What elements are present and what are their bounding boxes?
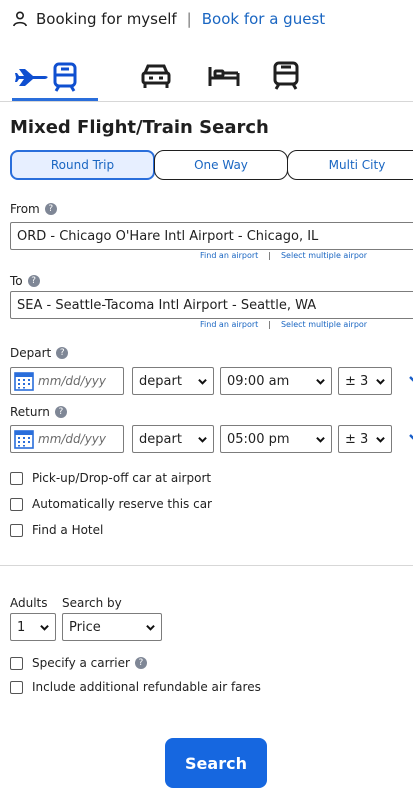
- chevron-down-icon: [40, 624, 49, 631]
- date-placeholder: mm/dd/yyy: [38, 374, 107, 388]
- tab-one-way[interactable]: One Way: [154, 150, 288, 180]
- checkbox[interactable]: [10, 656, 23, 670]
- return-range-select[interactable]: ± 3: [338, 425, 392, 453]
- chevron-down-icon: [316, 436, 325, 443]
- select-value: ± 3: [345, 373, 369, 389]
- tab-car[interactable]: [126, 52, 186, 100]
- chevron-down-icon: [146, 624, 155, 631]
- search-settings-row: 1 Price: [10, 613, 162, 641]
- chevron-down-icon: [316, 378, 325, 385]
- return-date-input[interactable]: mm/dd/yyy: [10, 425, 124, 453]
- option-find-hotel[interactable]: Find a Hotel: [10, 523, 103, 537]
- travel-mode-tabs: [12, 52, 314, 101]
- chevron-down-icon: [198, 436, 207, 443]
- option-label: Find a Hotel: [32, 523, 104, 537]
- link-separator: |: [268, 320, 271, 329]
- to-links: Find an airport | Select multiple airpor: [200, 320, 367, 329]
- return-label-text: Return: [10, 405, 50, 419]
- to-label: To ?: [10, 274, 40, 288]
- booking-panel: Booking for myself | Book for a guest Mi…: [0, 0, 413, 811]
- select-multiple-airports-link[interactable]: Select multiple airpor: [281, 251, 367, 260]
- tab-flight-train[interactable]: [12, 52, 98, 101]
- booking-mode-bar: Booking for myself | Book for a guest: [12, 8, 413, 30]
- person-icon: [13, 11, 27, 27]
- select-value: ± 3: [345, 431, 369, 447]
- help-icon[interactable]: ?: [134, 657, 147, 669]
- depart-label: Depart ?: [10, 346, 69, 360]
- checkbox[interactable]: [10, 471, 23, 485]
- help-icon[interactable]: ?: [27, 275, 40, 287]
- depart-mode-select[interactable]: depart: [132, 367, 214, 395]
- adults-label: Adults: [10, 596, 48, 610]
- depart-time-select[interactable]: 09:00 am: [220, 367, 332, 395]
- return-label: Return ?: [10, 405, 67, 419]
- help-icon[interactable]: ?: [54, 406, 67, 418]
- from-label: From ?: [10, 202, 57, 216]
- option-label: Pick-up/Drop-off car at airport: [32, 471, 212, 485]
- chevron-down-icon: [376, 436, 385, 443]
- bed-icon: [208, 67, 240, 86]
- find-airport-link[interactable]: Find an airport: [200, 320, 258, 329]
- select-multiple-airports-link[interactable]: Select multiple airpor: [281, 320, 367, 329]
- header-separator: |: [186, 10, 192, 28]
- to-label-text: To: [10, 274, 23, 288]
- date-placeholder: mm/dd/yyy: [38, 432, 107, 446]
- option-label: Include additional refundable air fares: [32, 680, 261, 694]
- chevron-down-icon: [198, 378, 207, 385]
- select-value: 1: [17, 619, 26, 635]
- select-value: depart: [139, 431, 182, 447]
- calendar-icon[interactable]: [14, 371, 34, 391]
- option-label: Specify a carrier: [32, 656, 130, 670]
- calendar-icon[interactable]: [14, 429, 34, 449]
- select-value: 05:00 pm: [227, 431, 290, 447]
- depart-range-select[interactable]: ± 3: [338, 367, 392, 395]
- find-airport-link[interactable]: Find an airport: [200, 251, 258, 260]
- option-refundable-fares[interactable]: Include additional refundable air fares: [10, 680, 261, 694]
- search-by-label: Search by: [62, 596, 122, 610]
- tab-train[interactable]: [258, 52, 314, 100]
- option-car-pickup[interactable]: Pick-up/Drop-off car at airport: [10, 471, 211, 485]
- booking-for-myself[interactable]: Booking for myself: [36, 10, 177, 28]
- page-title: Mixed Flight/Train Search: [10, 117, 269, 138]
- select-value: depart: [139, 373, 182, 389]
- tab-hotel[interactable]: [194, 52, 254, 100]
- expand-chevron-icon[interactable]: [408, 433, 413, 445]
- depart-date-input[interactable]: mm/dd/yyy: [10, 367, 124, 395]
- depart-row: mm/dd/yyy depart 09:00 am ± 3: [10, 367, 413, 395]
- tab-multi-city[interactable]: Multi City: [287, 150, 413, 180]
- train-icon: [273, 61, 299, 90]
- select-value: 09:00 am: [227, 373, 290, 389]
- to-field[interactable]: SEA - Seattle-Tacoma Intl Airport - Seat…: [10, 291, 413, 319]
- search-by-select[interactable]: Price: [62, 613, 162, 641]
- tab-divider: [0, 101, 413, 102]
- car-icon: [141, 64, 171, 88]
- chevron-down-icon: [376, 378, 385, 385]
- option-specify-carrier[interactable]: Specify a carrier ?: [10, 656, 147, 670]
- checkbox[interactable]: [10, 523, 23, 537]
- expand-chevron-icon[interactable]: [408, 375, 413, 387]
- option-auto-reserve-car[interactable]: Automatically reserve this car: [10, 497, 212, 511]
- adults-select[interactable]: 1: [10, 613, 56, 641]
- help-icon[interactable]: ?: [44, 203, 57, 215]
- return-mode-select[interactable]: depart: [132, 425, 214, 453]
- depart-label-text: Depart: [10, 346, 52, 360]
- option-label: Automatically reserve this car: [32, 497, 212, 511]
- from-label-text: From: [10, 202, 40, 216]
- tab-round-trip[interactable]: Round Trip: [10, 150, 155, 180]
- trip-type-tabs: Round Trip One Way Multi City: [10, 150, 413, 180]
- from-links: Find an airport | Select multiple airpor: [200, 251, 367, 260]
- link-separator: |: [268, 251, 271, 260]
- search-button[interactable]: Search: [165, 738, 267, 788]
- from-field[interactable]: ORD - Chicago O'Hare Intl Airport - Chic…: [10, 222, 413, 250]
- plane-train-icon: [15, 62, 77, 92]
- select-value: Price: [69, 619, 101, 635]
- checkbox[interactable]: [10, 497, 23, 511]
- section-divider: [0, 565, 413, 566]
- checkbox[interactable]: [10, 680, 23, 694]
- return-row: mm/dd/yyy depart 05:00 pm ± 3: [10, 425, 413, 453]
- return-time-select[interactable]: 05:00 pm: [220, 425, 332, 453]
- help-icon[interactable]: ?: [56, 347, 69, 359]
- book-for-guest-link[interactable]: Book for a guest: [202, 10, 325, 28]
